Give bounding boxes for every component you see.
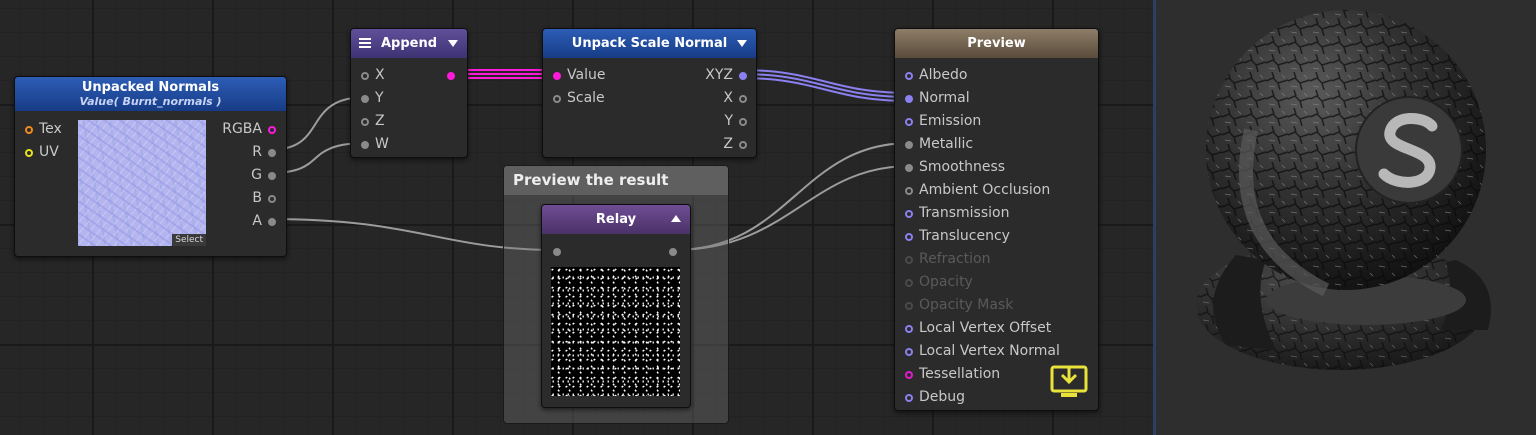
port-dot-icon[interactable] xyxy=(25,126,33,134)
port-dot-icon[interactable] xyxy=(447,72,455,80)
port-dot-icon[interactable] xyxy=(553,72,561,80)
preview-header[interactable]: Preview xyxy=(895,29,1098,58)
node-title: Preview xyxy=(967,36,1026,51)
port-dot-icon[interactable] xyxy=(905,72,913,80)
port-dot-icon[interactable] xyxy=(739,141,747,149)
input-value[interactable]: Value xyxy=(553,65,605,85)
port-dot-icon[interactable] xyxy=(905,325,913,333)
output-xyz[interactable]: XYZ xyxy=(705,65,747,85)
port-dot-icon[interactable] xyxy=(905,95,913,103)
input-translucency[interactable]: Translucency xyxy=(905,226,1010,246)
input-opacity-mask: Opacity Mask xyxy=(905,295,1013,315)
node-title: Relay xyxy=(595,212,637,227)
port-dot-icon[interactable] xyxy=(905,233,913,241)
download-tray-icon[interactable] xyxy=(1050,365,1088,398)
input-local-vertex-normal[interactable]: Local Vertex Normal xyxy=(905,341,1060,361)
unpacked-normals-node[interactable]: Unpacked Normals Value( Burnt_normals ) … xyxy=(14,76,287,257)
output-port[interactable] xyxy=(447,65,455,85)
port-dot-icon[interactable] xyxy=(361,141,369,149)
preview-sphere xyxy=(1196,10,1491,370)
preview-node[interactable]: Preview Albedo Normal Emission Metallic … xyxy=(894,28,1099,411)
input-emission[interactable]: Emission xyxy=(905,111,981,131)
triangle-up-icon[interactable] xyxy=(671,215,681,222)
port-dot-icon[interactable] xyxy=(361,118,369,126)
port-dot-icon xyxy=(905,279,913,287)
output-z[interactable]: Z xyxy=(723,134,747,154)
hamburger-icon[interactable] xyxy=(359,38,371,48)
output-rgba[interactable]: RGBA xyxy=(222,119,276,139)
node-title: Append xyxy=(380,36,438,51)
node-title: Unpack Scale Normal xyxy=(571,36,728,51)
unpack-scale-normal-node[interactable]: Unpack Scale Normal Value Scale XYZ X Y … xyxy=(542,28,757,158)
output-g[interactable]: G xyxy=(251,165,276,185)
material-preview-viewport[interactable] xyxy=(1153,0,1536,435)
output-b[interactable]: B xyxy=(252,188,276,208)
port-dot-icon[interactable] xyxy=(669,248,677,256)
input-tex[interactable]: Tex xyxy=(25,119,62,139)
port-dot-icon[interactable] xyxy=(905,187,913,195)
relay-input-port[interactable] xyxy=(553,241,561,261)
input-normal[interactable]: Normal xyxy=(905,88,970,108)
node-title: Unpacked Normals xyxy=(81,79,220,95)
input-scale[interactable]: Scale xyxy=(553,88,605,108)
input-w[interactable]: W xyxy=(361,134,389,154)
port-dot-icon[interactable] xyxy=(905,164,913,172)
unpacked-normals-header[interactable]: Unpacked Normals Value( Burnt_normals ) xyxy=(15,77,286,111)
port-dot-icon xyxy=(905,302,913,310)
port-dot-icon[interactable] xyxy=(553,95,561,103)
output-y[interactable]: Y xyxy=(724,111,747,131)
input-z[interactable]: Z xyxy=(361,111,385,131)
group-title[interactable]: Preview the result xyxy=(504,166,728,195)
port-dot-icon[interactable] xyxy=(268,172,276,180)
triangle-down-icon[interactable] xyxy=(737,40,747,47)
input-smoothness[interactable]: Smoothness xyxy=(905,157,1005,177)
append-node[interactable]: Append X Y Z W xyxy=(350,28,468,158)
port-dot-icon[interactable] xyxy=(905,141,913,149)
input-x[interactable]: X xyxy=(361,65,385,85)
port-dot-icon[interactable] xyxy=(25,149,33,157)
port-dot-icon[interactable] xyxy=(268,195,276,203)
port-dot-icon[interactable] xyxy=(905,394,913,402)
port-dot-icon[interactable] xyxy=(553,248,561,256)
wire-xyz-to-normal xyxy=(739,69,911,102)
port-dot-icon[interactable] xyxy=(739,118,747,126)
port-dot-icon xyxy=(905,256,913,264)
input-metallic[interactable]: Metallic xyxy=(905,134,973,154)
input-albedo[interactable]: Albedo xyxy=(905,65,967,85)
port-dot-icon[interactable] xyxy=(361,72,369,80)
triangle-down-icon[interactable] xyxy=(448,40,458,47)
input-debug[interactable]: Debug xyxy=(905,387,965,407)
port-dot-icon[interactable] xyxy=(905,371,913,379)
port-dot-icon[interactable] xyxy=(268,218,276,226)
relay-preview-image xyxy=(551,267,680,396)
node-subtitle: Value( Burnt_normals ) xyxy=(79,94,222,108)
port-dot-icon[interactable] xyxy=(905,118,913,126)
relay-node[interactable]: Relay xyxy=(541,204,691,408)
unpack-scale-normal-header[interactable]: Unpack Scale Normal xyxy=(543,29,756,58)
input-tessellation[interactable]: Tessellation xyxy=(905,364,1000,384)
input-transmission[interactable]: Transmission xyxy=(905,203,1009,223)
output-r[interactable]: R xyxy=(252,142,276,162)
output-a[interactable]: A xyxy=(252,211,276,231)
relay-output-port[interactable] xyxy=(669,241,677,261)
input-uv[interactable]: UV xyxy=(25,142,59,162)
append-header[interactable]: Append xyxy=(351,29,467,58)
input-local-vertex-offset[interactable]: Local Vertex Offset xyxy=(905,318,1051,338)
port-dot-icon[interactable] xyxy=(739,72,747,80)
input-ambient-occlusion[interactable]: Ambient Occlusion xyxy=(905,180,1050,200)
input-y[interactable]: Y xyxy=(361,88,384,108)
port-dot-icon[interactable] xyxy=(268,126,276,134)
input-refraction: Refraction xyxy=(905,249,991,269)
port-dot-icon[interactable] xyxy=(739,95,747,103)
texture-thumbnail[interactable]: Select xyxy=(78,120,206,246)
select-texture-button[interactable]: Select xyxy=(172,234,206,246)
port-dot-icon[interactable] xyxy=(905,348,913,356)
output-x[interactable]: X xyxy=(723,88,747,108)
port-dot-icon[interactable] xyxy=(905,210,913,218)
port-dot-icon[interactable] xyxy=(361,95,369,103)
input-opacity: Opacity xyxy=(905,272,973,292)
relay-header[interactable]: Relay xyxy=(542,205,690,234)
port-dot-icon[interactable] xyxy=(268,149,276,157)
node-graph-canvas[interactable]: Unpacked Normals Value( Burnt_normals ) … xyxy=(0,0,1153,435)
